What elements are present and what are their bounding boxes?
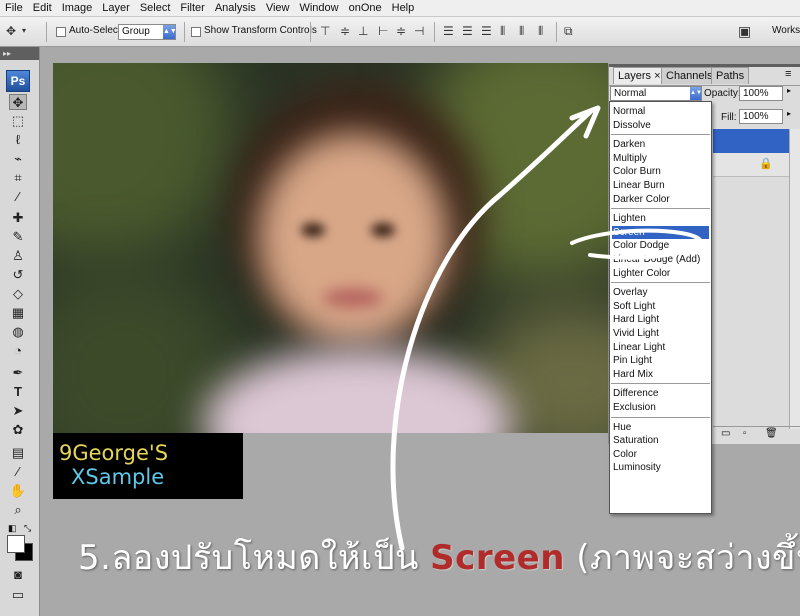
- arrow-curve: [390, 109, 593, 551]
- caption: 5.ลองปรับโหมดให้เป็น Screen (ภาพจะสว่างข…: [78, 530, 800, 584]
- circle-highlight: [570, 228, 703, 260]
- foreground-color-swatch[interactable]: [7, 535, 25, 553]
- caption-highlight: Screen: [430, 538, 565, 578]
- caption-suffix: (ภาพจะสว่างขึ้น): [576, 538, 800, 578]
- caption-prefix: 5.ลองปรับโหมดให้เป็น: [78, 538, 419, 578]
- arrow-annotation: [390, 105, 703, 551]
